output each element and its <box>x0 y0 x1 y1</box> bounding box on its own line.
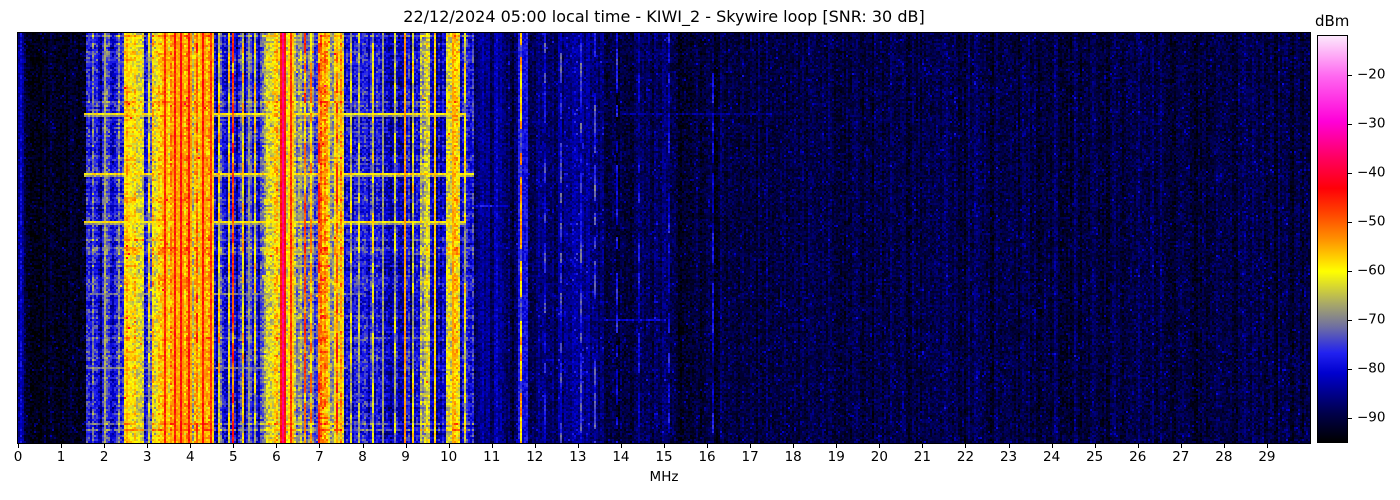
colorbar-tick-label: −80 <box>1357 360 1386 377</box>
x-tick-mark <box>1180 444 1182 448</box>
x-tick-mark <box>147 444 149 448</box>
x-tick-mark <box>276 444 278 448</box>
x-tick-mark <box>448 444 450 448</box>
x-tick-mark <box>620 444 622 448</box>
colorbar-tick-mark <box>1348 417 1352 419</box>
colorbar-tick-mark <box>1348 319 1352 321</box>
x-tick-mark <box>1223 444 1225 448</box>
x-tick-label: 8 <box>358 449 367 465</box>
x-tick-label: 16 <box>698 449 716 465</box>
x-tick-label: 7 <box>315 449 324 465</box>
plot-title: 22/12/2024 05:00 local time - KIWI_2 - S… <box>403 7 925 26</box>
x-tick-label: 28 <box>1215 449 1233 465</box>
x-tick-mark <box>577 444 579 448</box>
x-tick-label: 26 <box>1129 449 1147 465</box>
x-tick-label: 2 <box>99 449 109 465</box>
colorbar-tick-label: −50 <box>1357 213 1386 230</box>
x-tick-mark <box>405 444 407 448</box>
x-tick-label: 9 <box>401 449 410 465</box>
colorbar-tick-mark <box>1348 221 1352 223</box>
x-tick-mark <box>879 444 881 448</box>
x-tick-label: 22 <box>956 449 975 465</box>
x-tick-mark <box>1051 444 1053 448</box>
x-tick-mark <box>922 444 924 448</box>
colorbar-tick-label: −30 <box>1357 115 1386 132</box>
x-tick-label: 1 <box>56 449 66 465</box>
x-tick-label: 0 <box>13 449 23 465</box>
colorbar-tick-mark <box>1348 368 1352 370</box>
spectrogram-canvas <box>17 32 1311 444</box>
x-tick-label: 29 <box>1258 449 1276 465</box>
x-tick-mark <box>707 444 709 448</box>
x-tick-label: 24 <box>1043 449 1061 465</box>
x-tick-label: 14 <box>612 449 630 465</box>
colorbar-tick-label: −40 <box>1357 164 1386 181</box>
x-tick-label: 5 <box>229 449 238 465</box>
x-tick-mark <box>793 444 795 448</box>
x-tick-mark <box>836 444 838 448</box>
x-tick-mark <box>965 444 967 448</box>
x-tick-mark <box>1094 444 1096 448</box>
colorbar-unit-label: dBm <box>1315 12 1350 30</box>
x-tick-label: 4 <box>185 449 195 465</box>
x-tick-label: 12 <box>526 449 544 465</box>
colorbar-tick-label: −20 <box>1357 66 1386 83</box>
x-tick-mark <box>491 444 493 448</box>
x-tick-mark <box>1137 444 1139 448</box>
colorbar-tick-label: −60 <box>1357 262 1386 279</box>
spectrogram-figure: 22/12/2024 05:00 local time - KIWI_2 - S… <box>0 0 1400 500</box>
x-tick-label: 23 <box>999 449 1018 465</box>
x-tick-mark <box>319 444 321 448</box>
x-tick-mark <box>534 444 536 448</box>
x-tick-mark <box>362 444 364 448</box>
x-tick-label: 6 <box>272 449 281 465</box>
x-tick-mark <box>1266 444 1268 448</box>
x-tick-mark <box>61 444 63 448</box>
x-tick-mark <box>750 444 752 448</box>
x-tick-mark <box>233 444 235 448</box>
x-tick-label: 25 <box>1086 449 1104 465</box>
colorbar-tick-mark <box>1348 172 1352 174</box>
colorbar-tick-label: −70 <box>1357 311 1386 328</box>
x-tick-label: 19 <box>827 449 845 465</box>
x-tick-mark <box>104 444 106 448</box>
x-tick-label: 3 <box>142 449 152 465</box>
colorbar-tick-label: −90 <box>1357 409 1386 426</box>
x-axis-label: MHz <box>649 469 679 485</box>
x-tick-label: 15 <box>655 449 673 465</box>
x-tick-label: 21 <box>913 449 931 465</box>
x-tick-label: 20 <box>870 449 888 465</box>
x-tick-label: 17 <box>741 449 759 465</box>
x-tick-mark <box>1008 444 1010 448</box>
colorbar-tick-mark <box>1348 270 1352 272</box>
x-tick-mark <box>18 444 19 448</box>
x-tick-label: 10 <box>440 449 458 465</box>
x-tick-label: 13 <box>569 449 587 465</box>
x-tick-mark <box>190 444 192 448</box>
x-tick-label: 27 <box>1172 449 1190 465</box>
colorbar-tick-mark <box>1348 75 1352 77</box>
x-tick-label: 11 <box>483 449 501 465</box>
x-tick-mark <box>664 444 665 448</box>
colorbar <box>1317 35 1348 443</box>
colorbar-tick-mark <box>1348 124 1352 126</box>
x-tick-label: 18 <box>784 449 802 465</box>
